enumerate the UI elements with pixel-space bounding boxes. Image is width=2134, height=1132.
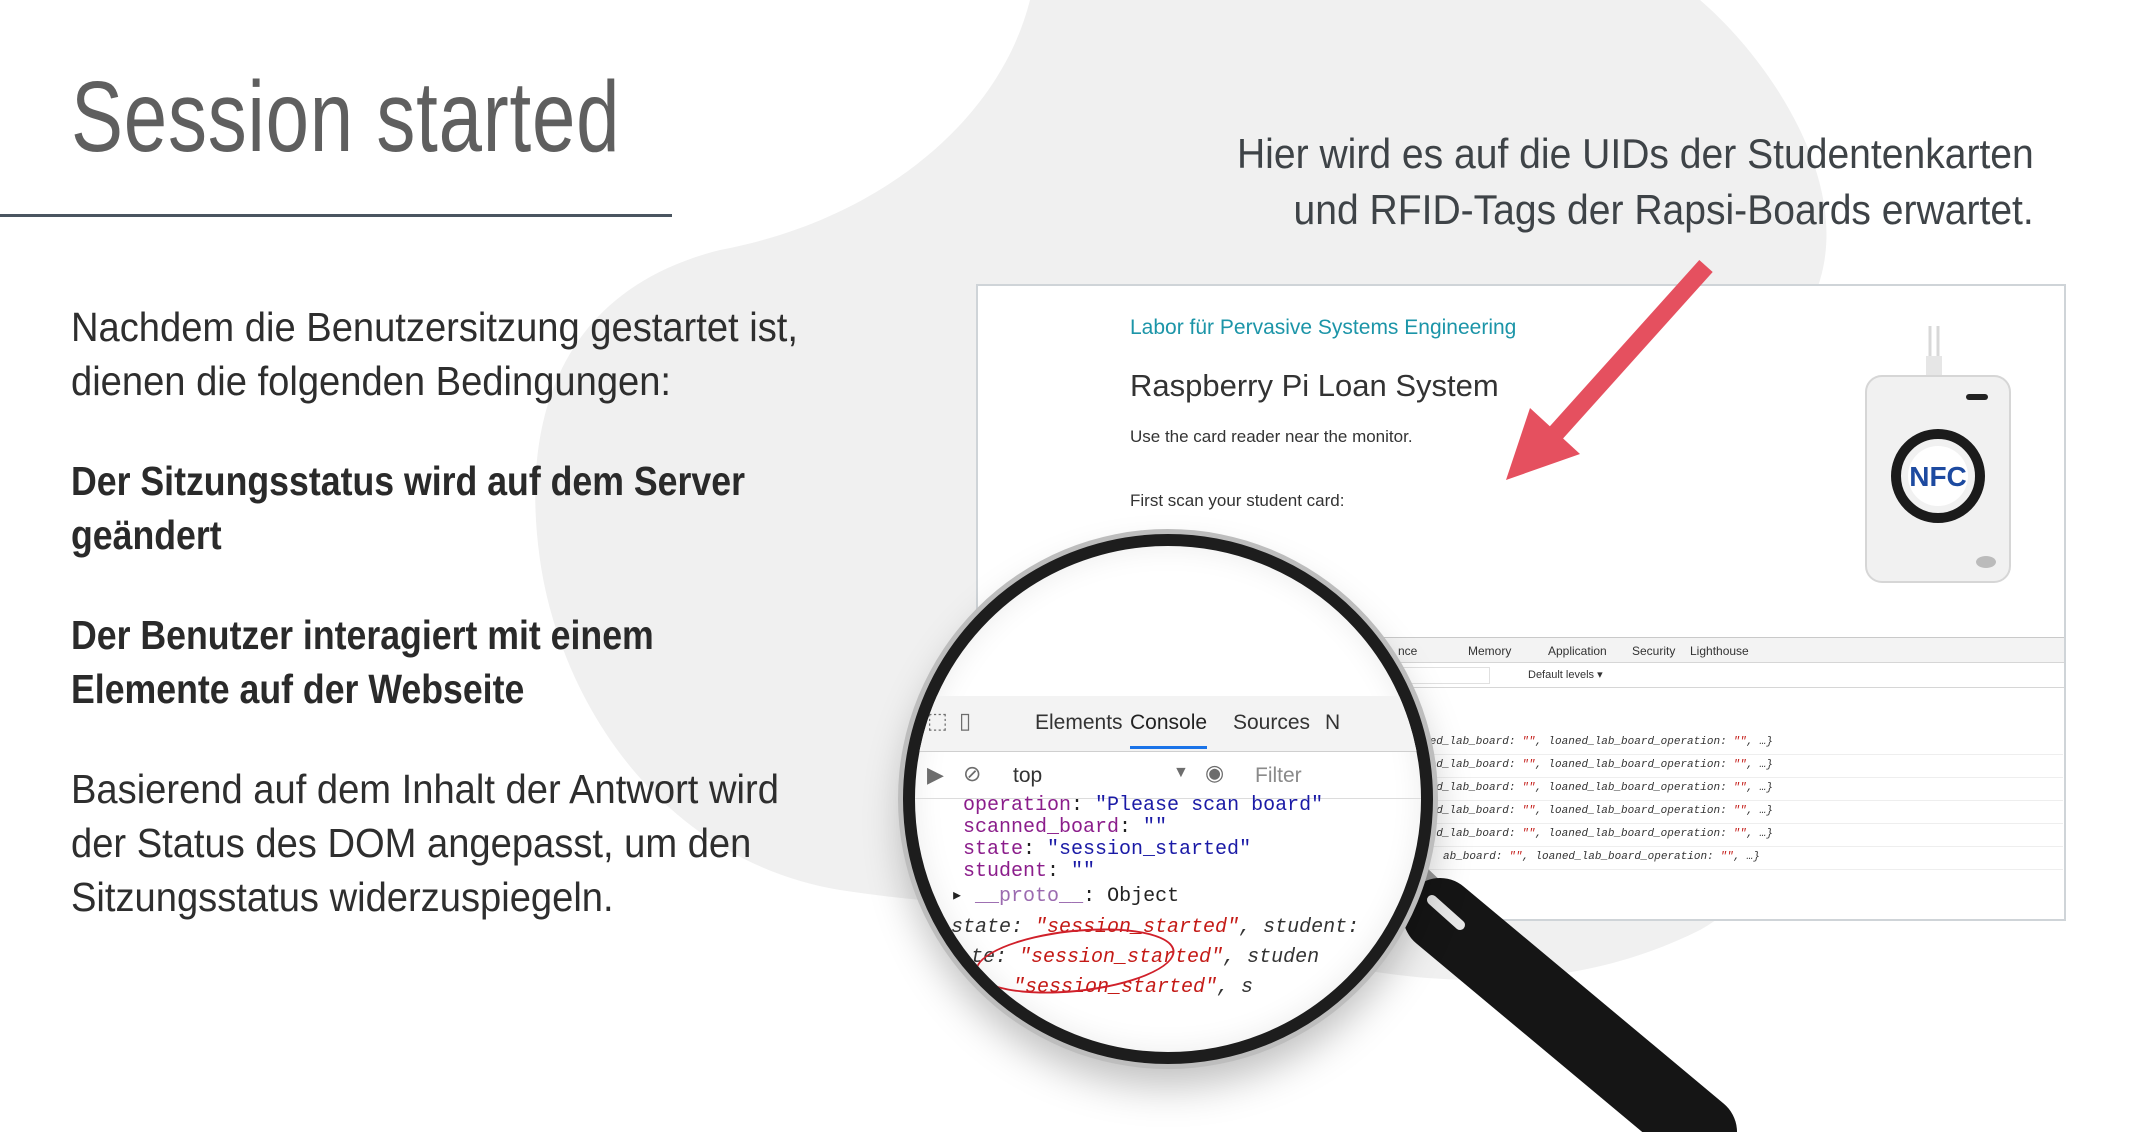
object-line-scanned-board: scanned_board: "" — [963, 816, 1168, 839]
log-levels-dropdown[interactable]: Default levels ▾ — [1528, 668, 1603, 681]
object-line-student: student: "" — [963, 860, 1096, 883]
inspect-element-icon[interactable]: ⬚ — [927, 708, 948, 734]
tab-application[interactable]: Application — [1548, 644, 1607, 658]
tab-network[interactable]: N — [1325, 711, 1340, 735]
nfc-reader-image: NFC — [1865, 326, 2011, 583]
condition-server-paragraph: Der Sitzungsstatus wird auf dem Server g… — [71, 458, 745, 558]
app-title: Raspberry Pi Loan System — [1130, 368, 1499, 403]
chevron-down-icon[interactable]: ▼ — [1173, 764, 1189, 782]
magnifying-glass-lens: ⬚ ▯ Elements Console Sources N ▶ ⊘ top ▼… — [903, 534, 1433, 1064]
card-reader-hint: Use the card reader near the monitor. — [1130, 427, 1413, 446]
slide-title: Session started — [71, 61, 621, 173]
conclusion-paragraph: Basierend auf dem Inhalt der Antwort wir… — [71, 766, 779, 920]
device-toggle-icon[interactable]: ▯ — [959, 708, 971, 734]
object-line-operation: operation: "Please scan board" — [963, 794, 1324, 817]
annotation-line-2: und RFID-Tags der Rapsi-Boards erwartet. — [1293, 186, 2034, 233]
console-log-row[interactable]: ab_board: "", loaned_lab_board_operation… — [1423, 847, 2063, 870]
object-line-state: state: "session_started" — [963, 838, 1252, 861]
title-underline — [0, 214, 672, 217]
annotation-text: Hier wird es auf die UIDs der Studentenk… — [1237, 126, 2034, 238]
magnified-console-toolbar: ▶ ⊘ top ▼ ◉ Filter — [915, 752, 1421, 799]
filter-input[interactable]: Filter — [1255, 764, 1302, 788]
nfc-logo-text: NFC — [1909, 461, 1967, 492]
tab-security[interactable]: Security — [1632, 644, 1675, 658]
context-selector[interactable]: top — [1013, 764, 1042, 788]
sidebar-toggle-icon[interactable]: ▶ — [927, 762, 944, 788]
console-log-row[interactable]: ned_lab_board: "", loaned_lab_board_oper… — [1423, 755, 2063, 778]
slide-body: Nachdem die Benutzersitzung gestartet is… — [71, 300, 871, 970]
tab-elements[interactable]: Elements — [1035, 711, 1123, 735]
condition-user-paragraph: Der Benutzer interagiert mit einem Eleme… — [71, 612, 654, 712]
tab-lighthouse[interactable]: Lighthouse — [1690, 644, 1749, 658]
intro-paragraph: Nachdem die Benutzersitzung gestartet is… — [71, 304, 798, 404]
console-object-view: operation: "Please scan board" scanned_b… — [915, 794, 1421, 1052]
lab-name[interactable]: Labor für Pervasive Systems Engineering — [1130, 316, 1516, 340]
console-log-row[interactable]: ned_lab_board: "", loaned_lab_board_oper… — [1423, 801, 2063, 824]
magnified-devtools-tabs: ⬚ ▯ Elements Console Sources N — [915, 696, 1421, 752]
clear-console-icon[interactable]: ⊘ — [963, 761, 981, 787]
object-line-proto[interactable]: ▸ __proto__: Object — [951, 882, 1179, 908]
tab-sources[interactable]: Sources — [1233, 711, 1310, 735]
console-log-row[interactable]: ned_lab_board: "", loaned_lab_board_oper… — [1423, 732, 2063, 755]
tab-memory[interactable]: Memory — [1468, 644, 1511, 658]
eye-icon[interactable]: ◉ — [1205, 760, 1224, 786]
scan-prompt: First scan your student card: — [1130, 491, 1345, 510]
tab-console[interactable]: Console — [1130, 711, 1208, 749]
annotation-line-1: Hier wird es auf die UIDs der Studentenk… — [1237, 130, 2034, 177]
console-log-row[interactable]: ned_lab_board: "", loaned_lab_board_oper… — [1423, 778, 2063, 801]
console-log-row[interactable]: ned_lab_board: "", loaned_lab_board_oper… — [1423, 824, 2063, 847]
